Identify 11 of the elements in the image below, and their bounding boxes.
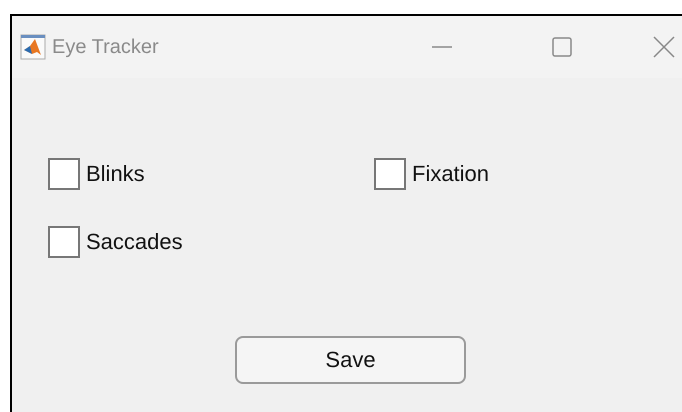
checkbox[interactable] (48, 226, 80, 258)
close-icon[interactable] (652, 35, 676, 59)
checkbox-label[interactable]: Fixation (412, 161, 490, 187)
checkbox-label[interactable]: Saccades (86, 229, 183, 255)
app-icon (20, 34, 46, 60)
checkbox[interactable] (48, 158, 80, 190)
save-button[interactable]: Save (235, 336, 466, 384)
checkbox-label[interactable]: Blinks (86, 161, 145, 187)
maximize-icon[interactable] (550, 35, 574, 59)
window-title: Eye Tracker (52, 36, 159, 58)
checkbox[interactable] (374, 158, 406, 190)
